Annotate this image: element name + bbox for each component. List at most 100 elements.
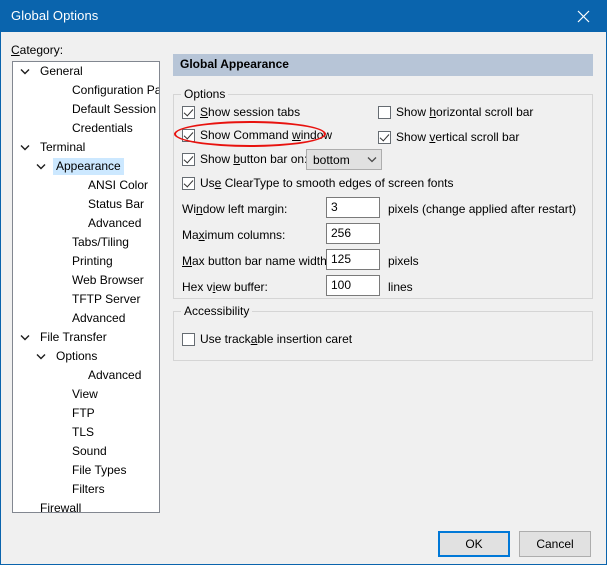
page-title: Global Appearance [180, 57, 289, 71]
tree-item-label: Terminal [40, 140, 86, 155]
tree-item-options[interactable]: Options [13, 347, 159, 366]
label-pre: Use track [200, 332, 251, 346]
options-group: Options [173, 87, 593, 299]
checkbox-label: Show horizontal scroll bar [396, 105, 533, 119]
options-group-title: Options [181, 87, 229, 101]
input-hex-view-buffer[interactable]: 100 [326, 275, 380, 296]
input-window-left-margin[interactable]: 3 [326, 197, 380, 218]
ok-button[interactable]: OK [438, 531, 510, 557]
tree-item-appearance[interactable]: Appearance [13, 157, 159, 176]
page-title-bar: Global Appearance [173, 54, 593, 76]
tree-item-general[interactable]: General [13, 62, 159, 81]
chevron-down-icon[interactable] [17, 328, 33, 347]
tree-item-label: Credentials [72, 121, 133, 136]
label-pre: Show Command [200, 128, 293, 142]
chevron-down-icon[interactable] [17, 62, 33, 81]
tree-item-printing[interactable]: Printing [13, 252, 159, 271]
checkbox-box [378, 130, 391, 144]
tree-item-ansi-color[interactable]: ANSI Color [13, 176, 159, 195]
tree-item-ftp[interactable]: FTP [13, 404, 159, 423]
suffix-window-left-margin: pixels (change applied after restart) [388, 202, 577, 216]
accel-char: w [292, 128, 301, 142]
checkbox-show-session-tabs[interactable]: Show session tabs [182, 105, 300, 119]
checkbox-box [182, 105, 195, 119]
checkbox-show-command-window[interactable]: Show Command window [182, 128, 332, 142]
tree-item-label: Firewall [40, 501, 82, 513]
close-icon [577, 10, 589, 23]
tree-item-label: Advanced [88, 216, 142, 231]
tree-item-label: Appearance [53, 158, 124, 176]
label-rest: ble insertion caret [257, 332, 353, 346]
category-label-rest: ategory: [19, 43, 64, 57]
checkbox-use-trackable-insertion-caret[interactable]: Use trackable insertion caret [182, 332, 352, 346]
tree-item-terminal[interactable]: Terminal [13, 138, 159, 157]
label-rest: orizontal scroll bar [436, 105, 534, 119]
tree-item-file-types[interactable]: File Types [13, 461, 159, 480]
tree-item-credentials[interactable]: Credentials [13, 119, 159, 138]
label-rest: imum columns: [204, 228, 286, 242]
chevron-down-icon[interactable] [17, 138, 33, 157]
tree-item-status-bar[interactable]: Status Bar [13, 195, 159, 214]
label-rest: indow [300, 128, 333, 142]
tree-item-label: ANSI Color [88, 178, 149, 193]
label-rest: ertical scroll bar [435, 130, 520, 144]
checkbox-label: Show Command window [200, 128, 332, 142]
suffix-max-button-bar-name-width: pixels [388, 254, 419, 268]
checkbox-use-cleartype[interactable]: Use ClearType to smooth edges of screen … [182, 176, 453, 190]
label-pre: Ma [182, 228, 199, 242]
tree-item-label: File Types [72, 463, 127, 478]
tree-item-tls[interactable]: TLS [13, 423, 159, 442]
tree-item-label: View [72, 387, 98, 402]
label-hex-view-buffer: Hex view buffer: [182, 280, 268, 294]
tree-item-tftp-server[interactable]: TFTP Server [13, 290, 159, 309]
tree-item-configuration-paths[interactable]: Configuration Paths [13, 81, 159, 100]
accel-char: S [200, 105, 209, 119]
label-pre: Hex v [182, 280, 213, 294]
category-label: Category: [11, 43, 63, 57]
tree-item-advanced[interactable]: Advanced [13, 214, 159, 233]
title-bar: Global Options [1, 1, 606, 32]
tree-item-advanced[interactable]: Advanced [13, 366, 159, 385]
label-rest: dow left margin: [202, 202, 288, 216]
label-pre: Show [200, 152, 234, 166]
checkbox-label: Use ClearType to smooth edges of screen … [200, 176, 453, 190]
tree-item-web-browser[interactable]: Web Browser [13, 271, 159, 290]
checkbox-box [182, 128, 195, 142]
label-pre: Show [396, 130, 430, 144]
label-max-button-bar-name-width: Max button bar name width: [182, 254, 330, 268]
chevron-down-icon[interactable] [33, 347, 49, 366]
tree-item-tabs-tiling[interactable]: Tabs/Tiling [13, 233, 159, 252]
chevron-down-icon [363, 156, 381, 163]
tree-item-label: Default Session [72, 102, 157, 117]
button-bar-position-select[interactable]: bottom [306, 149, 382, 170]
tree-item-advanced[interactable]: Advanced [13, 309, 159, 328]
chevron-down-icon[interactable] [33, 157, 49, 176]
close-button[interactable] [560, 1, 606, 32]
tree-item-label: Advanced [88, 368, 142, 383]
cancel-button[interactable]: Cancel [519, 531, 591, 557]
window-title: Global Options [11, 8, 99, 23]
label-rest: how session tabs [208, 105, 301, 119]
input-max-button-bar-name-width[interactable]: 125 [326, 249, 380, 270]
input-maximum-columns[interactable]: 256 [326, 223, 380, 244]
tree-item-label: Sound [72, 444, 107, 459]
label-rest: ew buffer: [215, 280, 268, 294]
label-rest: ax button bar name width: [192, 254, 331, 268]
checkbox-show-button-bar-on[interactable]: Show button bar on: [182, 152, 307, 166]
label-pre: Wi [182, 202, 196, 216]
tree-item-firewall[interactable]: Firewall [13, 499, 159, 513]
label-rest: utton bar on: [240, 152, 308, 166]
tree-item-default-session[interactable]: Default Session [13, 100, 159, 119]
accel-char: M [182, 254, 192, 268]
tree-item-view[interactable]: View [13, 385, 159, 404]
tree-item-label: Tabs/Tiling [72, 235, 129, 250]
tree-item-filters[interactable]: Filters [13, 480, 159, 499]
tree-item-sound[interactable]: Sound [13, 442, 159, 461]
checkbox-show-vertical-scroll-bar[interactable]: Show vertical scroll bar [378, 130, 519, 144]
category-tree[interactable]: General Configuration Paths Default Sessio… [12, 61, 160, 513]
checkbox-box [378, 105, 391, 119]
checkbox-label: Use trackable insertion caret [200, 332, 352, 346]
checkbox-show-horizontal-scroll-bar[interactable]: Show horizontal scroll bar [378, 105, 533, 119]
checkbox-label: Show session tabs [200, 105, 300, 119]
tree-item-file-transfer[interactable]: File Transfer [13, 328, 159, 347]
